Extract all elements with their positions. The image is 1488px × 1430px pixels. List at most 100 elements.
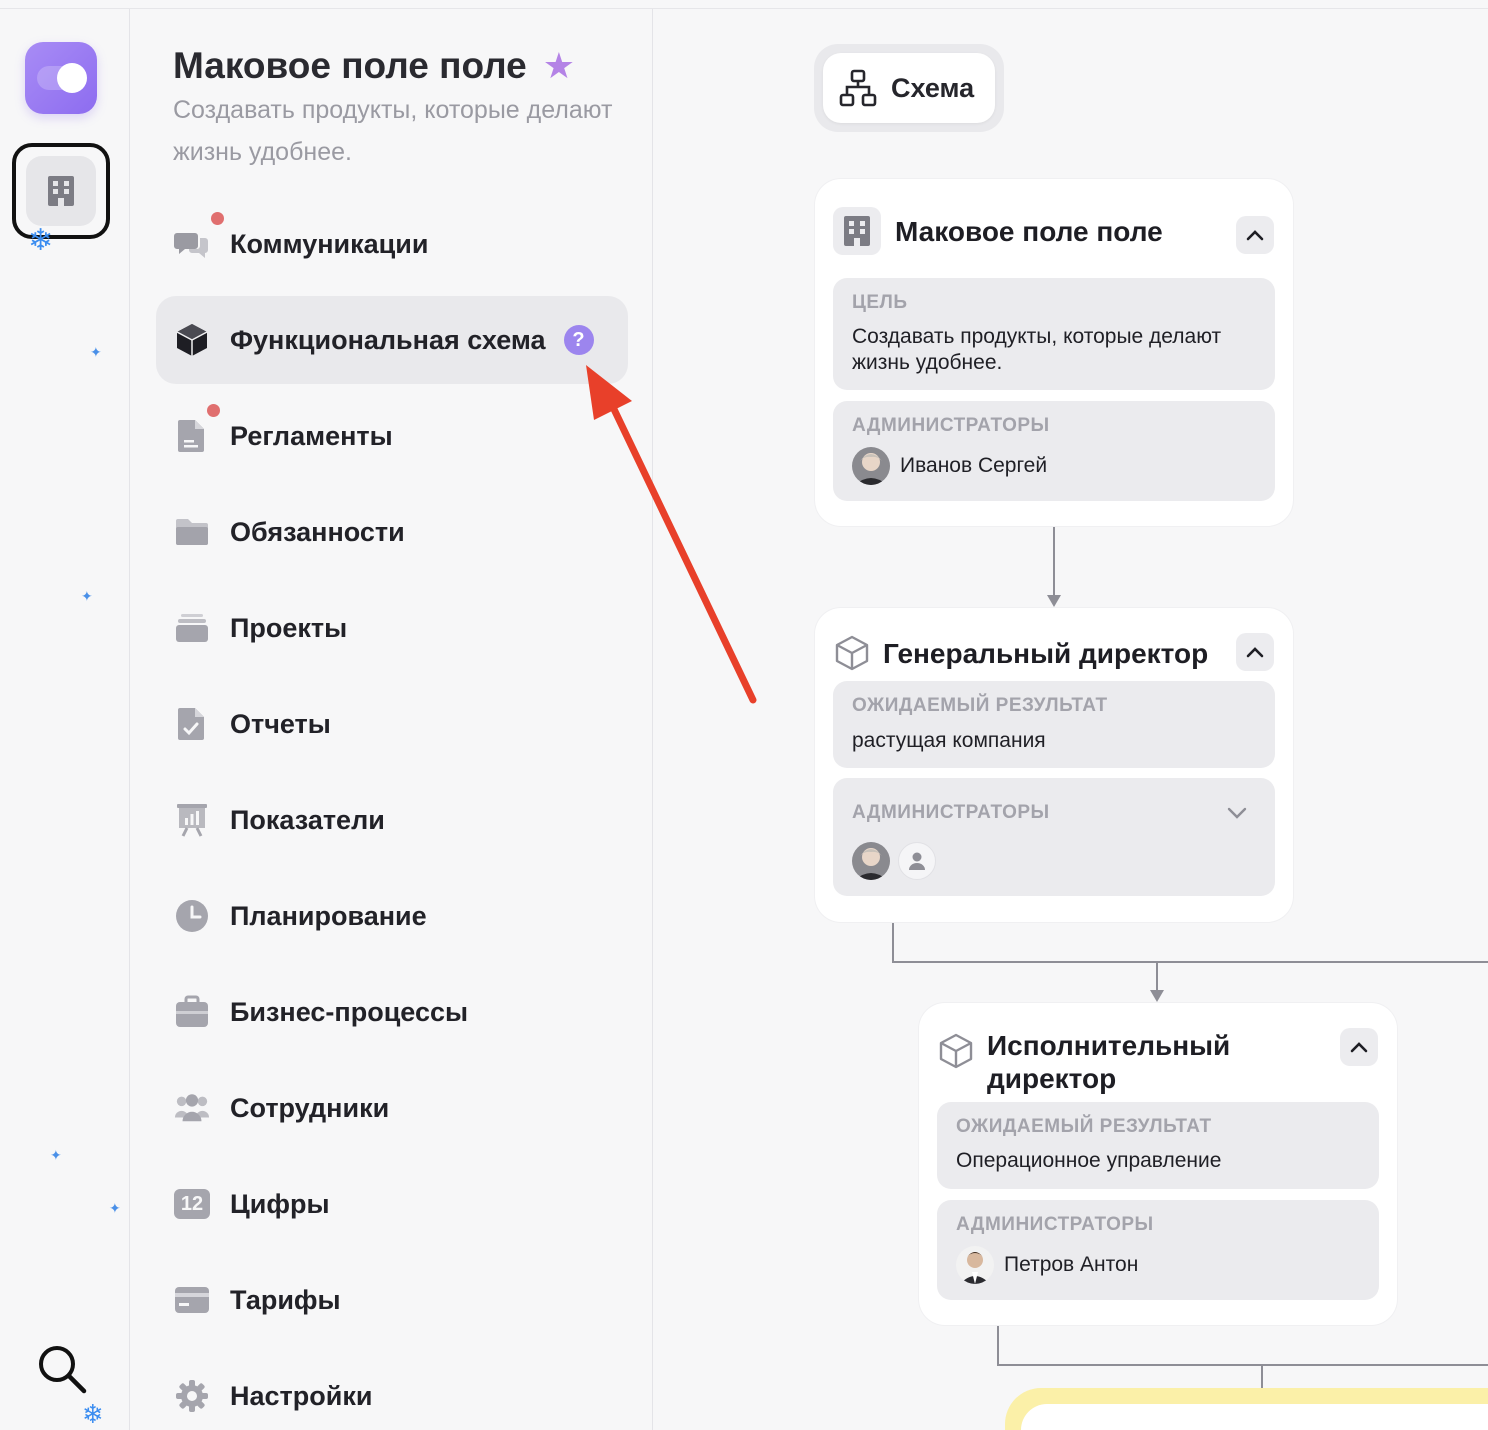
clock-icon	[176, 900, 208, 932]
chevron-up-icon	[1246, 647, 1264, 658]
collapse-button[interactable]	[1236, 633, 1274, 671]
sparkle-icon: ✦	[90, 344, 102, 360]
connector-line	[1156, 962, 1158, 992]
connector-arrow	[1150, 990, 1164, 1002]
nav-item-duties[interactable]: Обязанности	[156, 488, 628, 576]
app-switch-button[interactable]	[25, 42, 97, 114]
favorite-star-icon[interactable]: ★	[543, 45, 575, 87]
field-value: Создавать продукты, которые делают жизнь…	[852, 325, 1222, 374]
cube-outline-icon	[835, 635, 869, 671]
briefcase-icon	[176, 995, 208, 1027]
nav-label: Сотрудники	[230, 1092, 390, 1123]
nav-item-regulations[interactable]: Регламенты	[156, 392, 628, 480]
admin-person[interactable]: Петров Антон	[956, 1246, 1138, 1284]
help-icon[interactable]: ?	[563, 325, 594, 355]
organization-goal: Создавать продукты, которые делают жизнь…	[173, 96, 613, 166]
field-value: Операционное управление	[956, 1149, 1222, 1172]
admins-field: АДМИНИСТРАТОРЫ Иванов Сергей	[833, 401, 1275, 501]
nav-label: Планирование	[230, 900, 427, 931]
field-value: растущая компания	[852, 729, 1046, 752]
connector-line	[1053, 527, 1055, 597]
organization-button[interactable]	[12, 143, 110, 239]
schema-card-general-director[interactable]: Генеральный директор ОЖИДАЕМЫЙ РЕЗУЛЬТАТ…	[815, 608, 1293, 922]
connector-line	[892, 922, 894, 962]
people-icon	[174, 1094, 210, 1122]
nav-label: Отчеты	[230, 708, 331, 739]
field-caption: АДМИНИСТРАТОРЫ	[852, 415, 1050, 436]
admins-field: АДМИНИСТРАТОРЫ Петров Антон	[937, 1200, 1379, 1300]
nav-item-planning[interactable]: Планирование	[156, 872, 628, 960]
sparkle-icon: ✦	[109, 1200, 121, 1216]
card-icon	[175, 1287, 209, 1313]
schema-card-organization[interactable]: Маковое поле поле ЦЕЛЬ Создавать продукт…	[815, 179, 1293, 526]
nav-label: Функциональная схема	[230, 324, 546, 355]
connector-line	[892, 961, 1488, 963]
unread-dot	[207, 404, 220, 417]
nav-label: Цифры	[230, 1188, 330, 1219]
schema-button[interactable]: Схема	[814, 44, 1004, 132]
field-caption: АДМИНИСТРАТОРЫ	[956, 1214, 1154, 1235]
collapse-button[interactable]	[1340, 1028, 1378, 1066]
nav-item-business-processes[interactable]: Бизнес-процессы	[156, 968, 628, 1056]
connector-arrow	[1047, 595, 1061, 607]
unread-dot	[211, 212, 224, 225]
avatar-placeholder[interactable]	[898, 842, 936, 880]
nav-item-reports[interactable]: Отчеты	[156, 680, 628, 768]
nav-item-tariffs[interactable]: Тарифы	[156, 1256, 628, 1344]
nav-label: Коммуникации	[230, 228, 429, 259]
nav-label: Обязанности	[230, 516, 405, 547]
chevron-down-icon[interactable]	[1227, 807, 1247, 819]
organization-title: Маковое поле поле ★	[173, 45, 576, 87]
field-caption: ЦЕЛЬ	[852, 292, 908, 313]
schema-card-next[interactable]	[1005, 1388, 1488, 1430]
nav-item-functional-schema[interactable]: Функциональная схема ?	[156, 296, 628, 384]
nav-label: Бизнес-процессы	[230, 996, 469, 1027]
admins-field[interactable]: АДМИНИСТРАТОРЫ	[833, 778, 1275, 896]
avatar	[852, 447, 890, 485]
search-icon[interactable]	[36, 1343, 88, 1395]
chat-icon	[174, 233, 208, 258]
expected-result-field: ОЖИДАЕМЫЙ РЕЗУЛЬТАТ Операционное управле…	[937, 1102, 1379, 1189]
card-title: Исполнительный директор	[987, 1030, 1231, 1094]
document-icon	[178, 420, 204, 452]
sparkle-icon: ✦	[81, 588, 93, 604]
sidebar: Маковое поле поле ★ Создавать продукты, …	[131, 9, 653, 1430]
building-icon	[844, 216, 870, 246]
admin-name: Петров Антон	[1004, 1253, 1139, 1276]
report-check-icon	[178, 708, 204, 740]
field-caption: ОЖИДАЕМЫЙ РЕЗУЛЬТАТ	[956, 1116, 1212, 1137]
chart-board-icon	[177, 804, 207, 837]
admin-person[interactable]: Иванов Сергей	[852, 447, 1047, 485]
admin-name: Иванов Сергей	[900, 454, 1048, 477]
connector-line	[997, 1364, 1488, 1366]
nav-item-employees[interactable]: Сотрудники	[156, 1064, 628, 1152]
field-caption: ОЖИДАЕМЫЙ РЕЗУЛЬТАТ	[852, 695, 1108, 716]
building-icon	[48, 176, 74, 206]
avatar[interactable]	[852, 842, 890, 880]
admin-avatars	[852, 842, 936, 880]
left-rail: ❄ ✦ ✦ ✦ ✦ ❄	[0, 9, 130, 1430]
avatar	[956, 1246, 994, 1284]
nav-item-metrics[interactable]: Показатели	[156, 776, 628, 864]
field-caption: АДМИНИСТРАТОРЫ	[852, 802, 1050, 823]
collapse-button[interactable]	[1236, 216, 1274, 254]
schema-button-label: Схема	[891, 72, 975, 103]
nav-item-numbers[interactable]: 12 Цифры	[156, 1160, 628, 1248]
goal-field: ЦЕЛЬ Создавать продукты, которые делают …	[833, 278, 1275, 390]
snowflake-icon: ❄	[82, 1399, 104, 1429]
nav-label: Проекты	[230, 612, 348, 643]
user-icon	[909, 852, 925, 870]
cube-outline-icon	[939, 1033, 973, 1069]
nav-label: Настройки	[230, 1380, 373, 1411]
card-title: Генеральный директор	[883, 637, 1209, 669]
expected-result-field: ОЖИДАЕМЫЙ РЕЗУЛЬТАТ растущая компания	[833, 681, 1275, 768]
number-12-icon: 12	[174, 1189, 210, 1219]
nav-item-projects[interactable]: Проекты	[156, 584, 628, 672]
nav-item-settings[interactable]: Настройки	[156, 1352, 628, 1430]
nav-item-communications[interactable]: Коммуникации	[156, 200, 628, 288]
cube-icon	[176, 324, 208, 356]
nav-label: Регламенты	[230, 420, 393, 451]
schema-card-executive-director[interactable]: Исполнительный директор ОЖИДАЕМЫЙ РЕЗУЛЬ…	[919, 1003, 1397, 1325]
stack-icon	[176, 614, 208, 642]
hierarchy-icon	[839, 69, 877, 107]
